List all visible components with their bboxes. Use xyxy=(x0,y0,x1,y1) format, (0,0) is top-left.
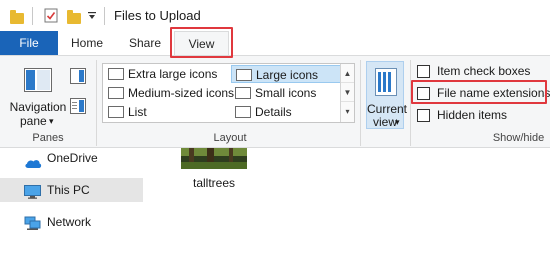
navigation-pane-label-line2: pane xyxy=(20,114,47,128)
customize-quick-access-icon[interactable] xyxy=(88,10,96,20)
divider xyxy=(32,7,33,25)
ribbon-tabs: File Home Share View xyxy=(0,31,550,56)
layout-gallery: Extra large icons Large icons Medium-siz… xyxy=(102,63,355,123)
hidden-items-checkbox[interactable] xyxy=(417,109,430,122)
navigation-pane-button[interactable]: Navigation pane ▾ xyxy=(6,62,66,130)
dropdown-arrow-icon: ▾ xyxy=(395,117,400,127)
navigation-pane: OneDrive This PC Network xyxy=(0,148,150,256)
layout-item-label: Small icons xyxy=(255,86,317,100)
file-name-label: talltrees xyxy=(192,176,236,190)
layout-large-icons[interactable]: Large icons xyxy=(231,65,341,83)
nav-label: OneDrive xyxy=(47,151,98,165)
current-view-label-line2: view xyxy=(373,115,398,129)
group-divider xyxy=(96,60,97,146)
tab-file[interactable]: File xyxy=(0,31,58,55)
gallery-scroll: ▲ ▼ ▾ xyxy=(340,64,354,122)
nav-label: This PC xyxy=(47,183,90,197)
network-icon xyxy=(24,215,41,230)
layout-item-label: Extra large icons xyxy=(128,67,218,81)
details-pane-button[interactable] xyxy=(70,98,86,114)
nav-item-network[interactable]: Network xyxy=(0,210,143,234)
tab-share[interactable]: Share xyxy=(116,31,174,55)
layout-extra-large-icons[interactable]: Extra large icons xyxy=(104,65,230,83)
details-icon xyxy=(235,106,251,118)
item-check-boxes-label: Item check boxes xyxy=(437,64,531,78)
hidden-items-option[interactable]: Hidden items xyxy=(413,106,538,124)
navigation-pane-label: Navigation xyxy=(9,100,67,114)
layout-medium-icons[interactable]: Medium-sized icons xyxy=(104,84,234,102)
current-view-button[interactable]: Current view ▾ xyxy=(366,61,407,129)
group-label-show-hide: Show/hide xyxy=(492,132,545,144)
file-thumbnail[interactable] xyxy=(181,148,247,169)
computer-icon xyxy=(24,183,41,199)
current-view-icon xyxy=(375,68,397,96)
preview-pane-button[interactable] xyxy=(70,68,86,84)
extra-large-icons-icon xyxy=(108,68,124,80)
new-folder-icon[interactable] xyxy=(67,10,81,24)
divider xyxy=(104,7,105,25)
title-bar: Files to Upload xyxy=(0,0,550,31)
layout-item-label: Large icons xyxy=(256,68,319,82)
small-icons-icon xyxy=(235,87,251,99)
layout-details[interactable]: Details xyxy=(231,103,341,121)
group-label-panes: Panes xyxy=(32,132,64,144)
file-name-extensions-highlight xyxy=(411,80,547,104)
medium-icons-icon xyxy=(108,87,124,99)
nav-item-this-pc[interactable]: This PC xyxy=(0,178,143,202)
onedrive-icon xyxy=(24,153,42,168)
tab-home[interactable]: Home xyxy=(58,31,116,55)
window-title: Files to Upload xyxy=(114,8,201,23)
layout-list[interactable]: List xyxy=(104,103,230,121)
nav-label: Network xyxy=(47,215,92,229)
scroll-up-icon[interactable]: ▲ xyxy=(341,64,354,83)
layout-small-icons[interactable]: Small icons xyxy=(231,84,341,102)
folder-icon xyxy=(10,10,24,24)
item-check-boxes-option[interactable]: Item check boxes xyxy=(413,62,538,80)
layout-item-label: Medium-sized icons xyxy=(128,86,235,100)
hidden-items-label: Hidden items xyxy=(437,108,508,122)
layout-item-label: List xyxy=(128,105,147,119)
navigation-pane-icon xyxy=(24,68,52,92)
large-icons-icon xyxy=(236,69,252,81)
nav-item-onedrive[interactable]: OneDrive xyxy=(0,146,143,170)
dropdown-arrow-icon: ▾ xyxy=(49,116,54,126)
scroll-down-icon[interactable]: ▼ xyxy=(341,83,354,102)
group-label-layout: Layout xyxy=(213,132,247,144)
list-icon xyxy=(108,106,124,118)
view-tab-highlight xyxy=(170,27,233,58)
gallery-expand-icon[interactable]: ▾ xyxy=(341,102,354,121)
group-divider xyxy=(360,60,361,146)
layout-item-label: Details xyxy=(255,105,292,119)
properties-icon[interactable] xyxy=(44,8,58,23)
item-check-boxes-checkbox[interactable] xyxy=(417,65,430,78)
